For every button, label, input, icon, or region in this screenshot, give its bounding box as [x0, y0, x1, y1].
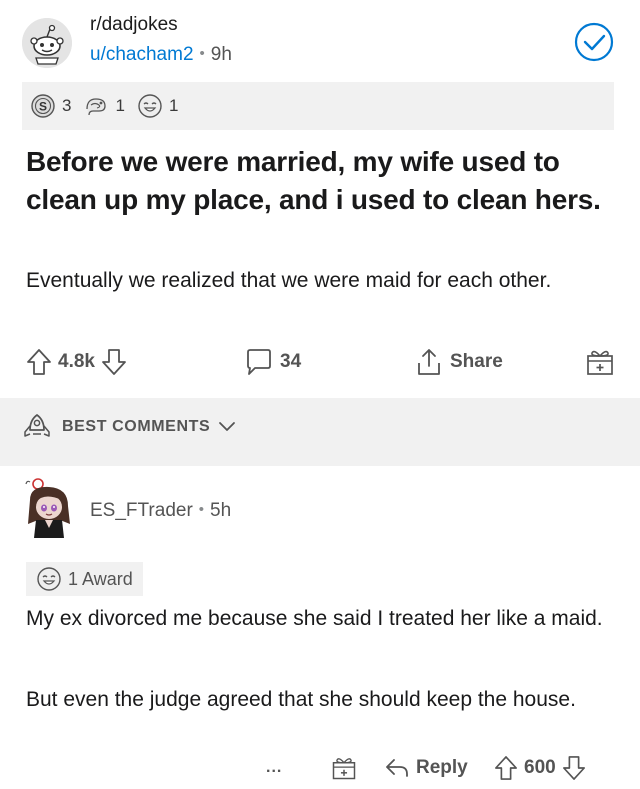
subreddit-name[interactable]: r/dadjokes: [90, 14, 178, 36]
share-icon: [418, 349, 440, 375]
post-body: Eventually we realized that we were maid…: [26, 269, 552, 292]
chevron-down-icon: [219, 422, 236, 431]
comment-award-label: 1 Award: [68, 568, 133, 589]
comment-vote-group: 600: [494, 750, 586, 786]
reply-button[interactable]: Reply: [384, 750, 468, 786]
comment-award-badge[interactable]: 1 Award: [26, 562, 143, 596]
more-options-button[interactable]: ...: [266, 750, 282, 786]
award-helpful-count: 1: [115, 96, 125, 115]
post-awards-bar[interactable]: S 3 1 1: [22, 82, 614, 130]
downvote-arrow-icon[interactable]: [101, 348, 127, 376]
svg-text:S: S: [39, 100, 47, 114]
post-action-bar: 4.8k 34 Share: [26, 340, 618, 384]
downvote-arrow-icon[interactable]: [562, 755, 586, 781]
comment-action-bar: ... Reply 600: [0, 750, 640, 786]
join-check-button[interactable]: [574, 22, 614, 62]
comment-age: 5h: [210, 500, 232, 521]
sort-label: BEST COMMENTS: [62, 418, 211, 435]
reply-label: Reply: [416, 757, 468, 778]
comment-paragraph: But even the judge agreed that she shoul…: [26, 688, 576, 711]
vote-group: 4.8k: [26, 340, 127, 384]
comment-paragraph: My ex divorced me because she said I tre…: [26, 607, 603, 630]
meta-separator: •: [198, 501, 205, 518]
user-avatar-icon: [25, 478, 70, 538]
award-wholesome-count: 1: [168, 96, 179, 115]
reply-arrow-icon: [386, 759, 408, 777]
post-vote-count: 4.8k: [58, 351, 95, 372]
silver-award-icon: S: [31, 94, 55, 118]
check-circle-icon: [574, 22, 614, 62]
post-age: 9h: [210, 44, 232, 65]
award-silver: S 3: [30, 93, 71, 119]
helpful-award-icon: [86, 98, 107, 116]
rocket-icon: [24, 414, 50, 437]
award-silver-count: 3: [62, 96, 72, 115]
comment-give-award-button[interactable]: [330, 750, 358, 786]
comment-avatar[interactable]: [24, 476, 74, 540]
wholesome-award-icon: [37, 567, 61, 591]
subreddit-avatar[interactable]: [22, 18, 72, 68]
comments-count: 34: [280, 351, 302, 372]
upvote-arrow-icon[interactable]: [26, 348, 52, 376]
share-button[interactable]: Share: [414, 340, 509, 384]
comments-sort-band: BEST COMMENTS: [0, 398, 640, 466]
wholesome-award-icon: [138, 94, 162, 118]
comment-bubble-icon: [247, 349, 271, 375]
post-author[interactable]: u/chacham2: [90, 44, 194, 65]
post-meta: u/chacham2 • 9h: [90, 44, 232, 66]
share-label: Share: [450, 351, 503, 372]
post-title[interactable]: Before we were married, my wife used to …: [26, 143, 622, 219]
gift-icon: [587, 350, 613, 375]
snoo-icon: [22, 18, 72, 68]
comment-meta: ES_FTrader • 5h: [90, 500, 231, 522]
post-header: r/dadjokes u/chacham2 • 9h: [22, 14, 618, 76]
award-helpful: 1: [83, 93, 125, 119]
comment-score: 600: [524, 757, 556, 778]
meta-separator: •: [199, 45, 205, 62]
give-award-button[interactable]: [584, 340, 616, 384]
comment-author[interactable]: ES_FTrader: [90, 500, 193, 521]
gift-icon: [332, 758, 356, 780]
comments-button[interactable]: 34: [244, 340, 307, 384]
award-wholesome: 1: [137, 93, 178, 119]
comments-sort-selector[interactable]: BEST COMMENTS: [22, 412, 246, 442]
upvote-arrow-icon[interactable]: [494, 755, 518, 781]
